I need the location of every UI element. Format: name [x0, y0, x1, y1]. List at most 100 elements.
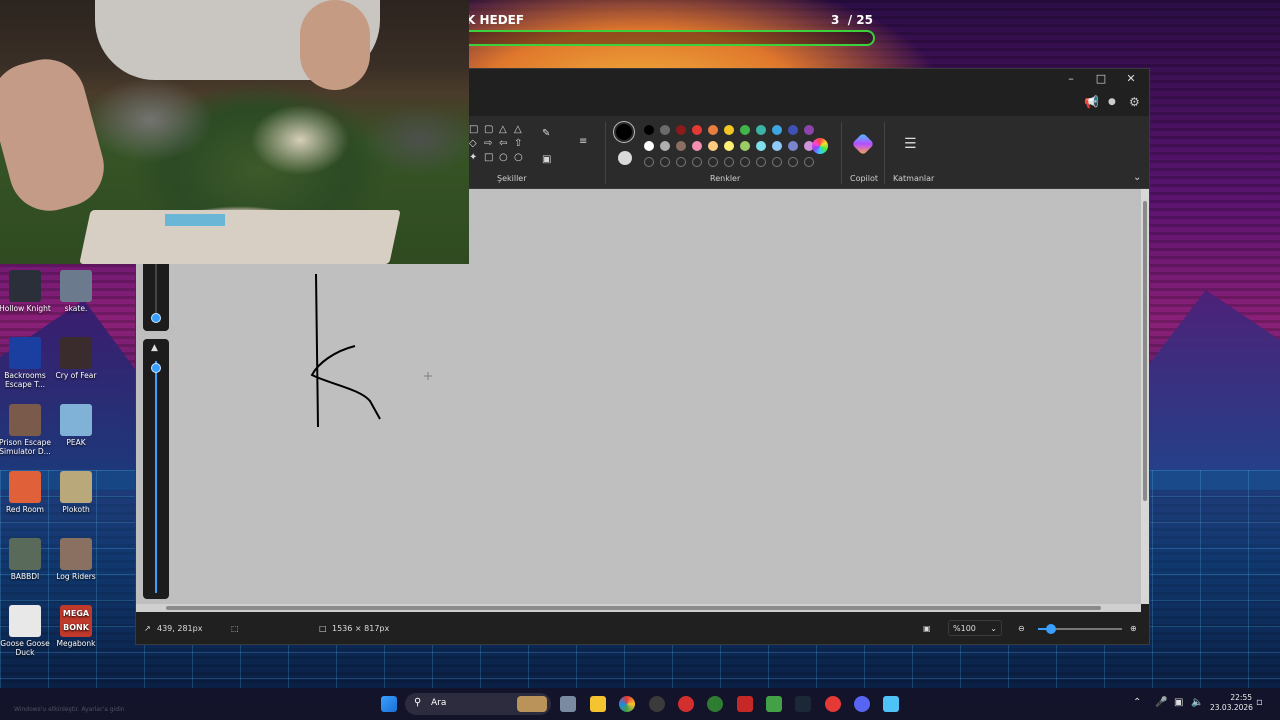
color-swatch[interactable]	[644, 141, 654, 151]
zoom-select[interactable]: %100 ⌄	[948, 620, 1002, 636]
arrow-right-icon[interactable]: ⇨	[484, 138, 492, 149]
fill-icon[interactable]: ▣	[542, 154, 551, 165]
rectangle-icon[interactable]: □	[469, 124, 478, 135]
zoom-out-icon[interactable]: ⊖	[1018, 624, 1025, 633]
desktop-icon[interactable]: Cry of Fear	[48, 337, 104, 380]
custom-color-slot[interactable]	[740, 157, 750, 167]
color-swatch[interactable]	[692, 125, 702, 135]
color-swatch[interactable]	[660, 125, 670, 135]
zoom-slider-knob[interactable]	[1046, 624, 1056, 634]
search-box[interactable]: ⚲ Ara	[405, 693, 551, 715]
share-icon[interactable]: 📢	[1084, 95, 1099, 109]
account-icon[interactable]: ●	[1108, 97, 1116, 107]
oval-bubble-icon[interactable]: ○	[499, 152, 508, 163]
size-slider-knob[interactable]	[151, 313, 161, 323]
custom-color-slot[interactable]	[724, 157, 734, 167]
custom-color-slot[interactable]	[804, 157, 814, 167]
close-button[interactable]: ✕	[1116, 71, 1146, 87]
desktop-icon[interactable]: Red Room	[0, 471, 53, 514]
desktop-icon[interactable]: Goose Goose Duck	[0, 605, 53, 657]
color-swatch[interactable]	[676, 125, 686, 135]
color-swatch[interactable]	[708, 125, 718, 135]
copilot-icon[interactable]	[851, 132, 875, 156]
chevron-up-icon[interactable]: ⌃	[1133, 697, 1141, 708]
minimize-button[interactable]: –	[1056, 71, 1086, 87]
arrow-left-icon[interactable]: ⇦	[499, 138, 507, 149]
color-swatch[interactable]	[740, 125, 750, 135]
color-swatch[interactable]	[708, 141, 718, 151]
clock[interactable]: 22:55 23.03.2026	[1210, 693, 1253, 713]
outline-icon[interactable]: ✎	[542, 128, 550, 139]
desktop-icon[interactable]: BABBDI	[0, 538, 53, 581]
custom-color-slot[interactable]	[756, 157, 766, 167]
record-icon[interactable]	[678, 696, 694, 712]
app-icon[interactable]	[737, 696, 753, 712]
scroll-thumb[interactable]	[166, 606, 1101, 610]
desktop-icon[interactable]: Backrooms Escape T...	[0, 337, 53, 389]
fit-view-icon[interactable]: ▣	[923, 624, 931, 633]
diamond-icon[interactable]: ◇	[469, 138, 477, 149]
color-swatch[interactable]	[804, 125, 814, 135]
color-swatch[interactable]	[756, 141, 766, 151]
custom-color-slot[interactable]	[788, 157, 798, 167]
triangle-icon[interactable]: △	[514, 124, 522, 135]
horizontal-scrollbar[interactable]	[136, 604, 1141, 612]
volume-icon[interactable]: 🔈	[1191, 697, 1203, 708]
brush-size-icon[interactable]: ≡	[579, 136, 587, 147]
color2-selected[interactable]	[618, 151, 632, 165]
desktop-icon[interactable]: MEGA BONK Megabonk	[48, 605, 104, 648]
custom-color-slot[interactable]	[692, 157, 702, 167]
maximize-button[interactable]: □	[1086, 71, 1116, 87]
color-swatch[interactable]	[772, 125, 782, 135]
custom-color-slot[interactable]	[772, 157, 782, 167]
color-swatch[interactable]	[740, 141, 750, 151]
desktop-icon[interactable]: skate.	[48, 270, 104, 313]
chrome-icon[interactable]	[619, 696, 635, 712]
polygon-icon[interactable]: △	[499, 124, 507, 135]
desktop-icon[interactable]: Hollow Knight	[0, 270, 53, 313]
color-swatch[interactable]	[756, 125, 766, 135]
color-swatch[interactable]	[692, 141, 702, 151]
zoom-slider[interactable]	[1038, 624, 1122, 634]
xbox-icon[interactable]	[707, 696, 723, 712]
notification-icon[interactable]: ▫	[1256, 697, 1263, 708]
custom-color-slot[interactable]	[676, 157, 686, 167]
color-swatch[interactable]	[724, 141, 734, 151]
color-swatch[interactable]	[660, 141, 670, 151]
browser-icon[interactable]	[825, 696, 841, 712]
vertical-scrollbar[interactable]	[1141, 189, 1149, 604]
discord-icon[interactable]	[854, 696, 870, 712]
file-explorer-icon[interactable]	[590, 696, 606, 712]
layers-icon[interactable]: ☰	[904, 136, 917, 152]
steam-icon[interactable]	[795, 696, 811, 712]
color-swatch[interactable]	[676, 141, 686, 151]
color-swatch[interactable]	[724, 125, 734, 135]
chevron-down-icon[interactable]: ⌄	[1133, 172, 1141, 183]
opacity-slider-knob[interactable]	[151, 363, 161, 373]
color1-selected[interactable]	[616, 124, 632, 140]
obs-icon[interactable]	[649, 696, 665, 712]
zoom-in-icon[interactable]: ⊕	[1130, 624, 1137, 633]
star-icon[interactable]: ✦	[469, 152, 477, 163]
custom-color-slot[interactable]	[644, 157, 654, 167]
desktop-icon[interactable]: Plokoth	[48, 471, 104, 514]
color-swatch[interactable]	[772, 141, 782, 151]
settings-app-icon[interactable]	[560, 696, 576, 712]
network-icon[interactable]: ▣	[1174, 697, 1183, 708]
speech-bubble-icon[interactable]: □	[484, 152, 493, 163]
color-swatch[interactable]	[788, 141, 798, 151]
color-swatch[interactable]	[644, 125, 654, 135]
xbox-app-icon[interactable]	[766, 696, 782, 712]
settings-icon[interactable]: ⚙	[1129, 95, 1140, 109]
custom-color-slot[interactable]	[708, 157, 718, 167]
desktop-icon[interactable]: Log Riders	[48, 538, 104, 581]
custom-color-slot[interactable]	[660, 157, 670, 167]
heart-icon[interactable]: ○	[514, 152, 523, 163]
paint-app-icon[interactable]	[883, 696, 899, 712]
desktop-icon[interactable]: Prison Escape Simulator D...	[0, 404, 53, 456]
edit-colors-icon[interactable]	[812, 138, 828, 154]
scroll-thumb[interactable]	[1143, 201, 1147, 501]
microphone-icon[interactable]: 🎤	[1155, 697, 1167, 708]
start-icon[interactable]	[381, 696, 397, 712]
opacity-slider-track[interactable]	[155, 361, 157, 593]
